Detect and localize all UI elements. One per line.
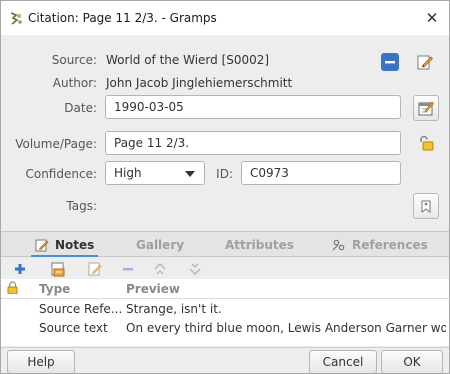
share-note-button[interactable]: [50, 260, 68, 277]
remove-source-button[interactable]: [379, 51, 401, 73]
tab-references[interactable]: References: [332, 232, 428, 257]
add-note-button[interactable]: [11, 260, 29, 277]
author-label: Author:: [52, 76, 97, 90]
confidence-value: High: [114, 166, 142, 180]
note-preview: Strange, isn't it.: [126, 302, 222, 316]
list-header: Type Preview: [1, 279, 449, 299]
edit-pencil-icon: [88, 262, 102, 276]
references-icon: [332, 238, 346, 252]
list-item[interactable]: Source text On every third blue moon, Le…: [1, 320, 449, 338]
author-value: John Jacob Jinglehiemerschmitt: [106, 76, 293, 90]
tab-label: Attributes: [225, 237, 294, 252]
share-index-icon: [51, 262, 65, 276]
title-bar[interactable]: Citation: Page 11 2/3. - Gramps ✕: [1, 1, 449, 35]
close-icon[interactable]: ✕: [421, 7, 443, 29]
chevron-down-icon: [185, 171, 195, 177]
remove-note-button[interactable]: [119, 260, 137, 277]
column-preview[interactable]: Preview: [126, 282, 180, 296]
edit-tags-button[interactable]: [413, 193, 439, 219]
cancel-button[interactable]: Cancel: [309, 350, 377, 373]
source-label: Source:: [51, 53, 97, 67]
confidence-select[interactable]: High: [105, 161, 205, 185]
dialog-button-bar: Help Cancel OK: [1, 347, 449, 373]
tab-label: Gallery: [136, 237, 185, 252]
arrow-up-icon: [154, 262, 166, 274]
id-input[interactable]: C0973: [241, 161, 401, 185]
edit-source-button[interactable]: [414, 51, 436, 73]
tab-attributes[interactable]: Attributes: [225, 232, 294, 257]
volume-page-input[interactable]: Page 11 2/3.: [105, 131, 401, 155]
notes-list: Type Preview Source Refe... Strange, isn…: [1, 279, 449, 346]
date-editor-button[interactable]: [413, 95, 439, 121]
minus-icon: [123, 267, 133, 270]
list-item[interactable]: Source Refe... Strange, isn't it.: [1, 301, 449, 319]
arrow-down-icon: [189, 263, 201, 275]
tab-label: References: [352, 237, 428, 252]
tag-icon: [421, 200, 431, 213]
tab-bar: Notes Gallery Attributes References: [1, 231, 449, 258]
tab-gallery[interactable]: Gallery: [136, 232, 184, 257]
lock-open-icon: [420, 135, 434, 151]
note-type: Source text: [39, 321, 108, 335]
tab-notes[interactable]: Notes: [30, 232, 99, 258]
source-value: World of the Wierd [S0002]: [106, 53, 270, 67]
tab-label: Notes: [55, 237, 95, 252]
privacy-lock-button[interactable]: [415, 132, 437, 154]
volume-page-label: Volume/Page:: [15, 137, 97, 151]
citation-form: Source: World of the Wierd [S0002] Autho…: [1, 35, 449, 231]
window-title: Citation: Page 11 2/3. - Gramps: [28, 11, 217, 25]
citation-editor-window: Citation: Page 11 2/3. - Gramps ✕ Source…: [0, 0, 450, 374]
ok-button[interactable]: OK: [381, 350, 443, 373]
calendar-edit-icon: [418, 101, 434, 116]
confidence-label: Confidence:: [25, 167, 97, 181]
help-button[interactable]: Help: [7, 350, 75, 373]
plus-icon: [15, 263, 25, 274]
private-column-icon[interactable]: [7, 281, 18, 297]
id-label: ID:: [216, 167, 233, 181]
column-type[interactable]: Type: [39, 282, 70, 296]
edit-note-button[interactable]: [86, 260, 104, 277]
notes-icon: [35, 238, 49, 252]
date-input[interactable]: 1990-03-05: [105, 95, 401, 119]
date-label: Date:: [64, 101, 97, 115]
tags-label: Tags:: [66, 199, 97, 213]
note-type: Source Refe...: [39, 302, 123, 316]
minus-icon: [381, 53, 399, 71]
edit-pencil-icon: [417, 55, 433, 70]
move-down-button[interactable]: [186, 260, 204, 277]
move-up-button[interactable]: [151, 260, 169, 277]
notes-toolbar: [1, 257, 449, 279]
note-preview: On every third blue moon, Lewis Anderson…: [126, 321, 446, 335]
gramps-app-icon: [9, 12, 23, 25]
